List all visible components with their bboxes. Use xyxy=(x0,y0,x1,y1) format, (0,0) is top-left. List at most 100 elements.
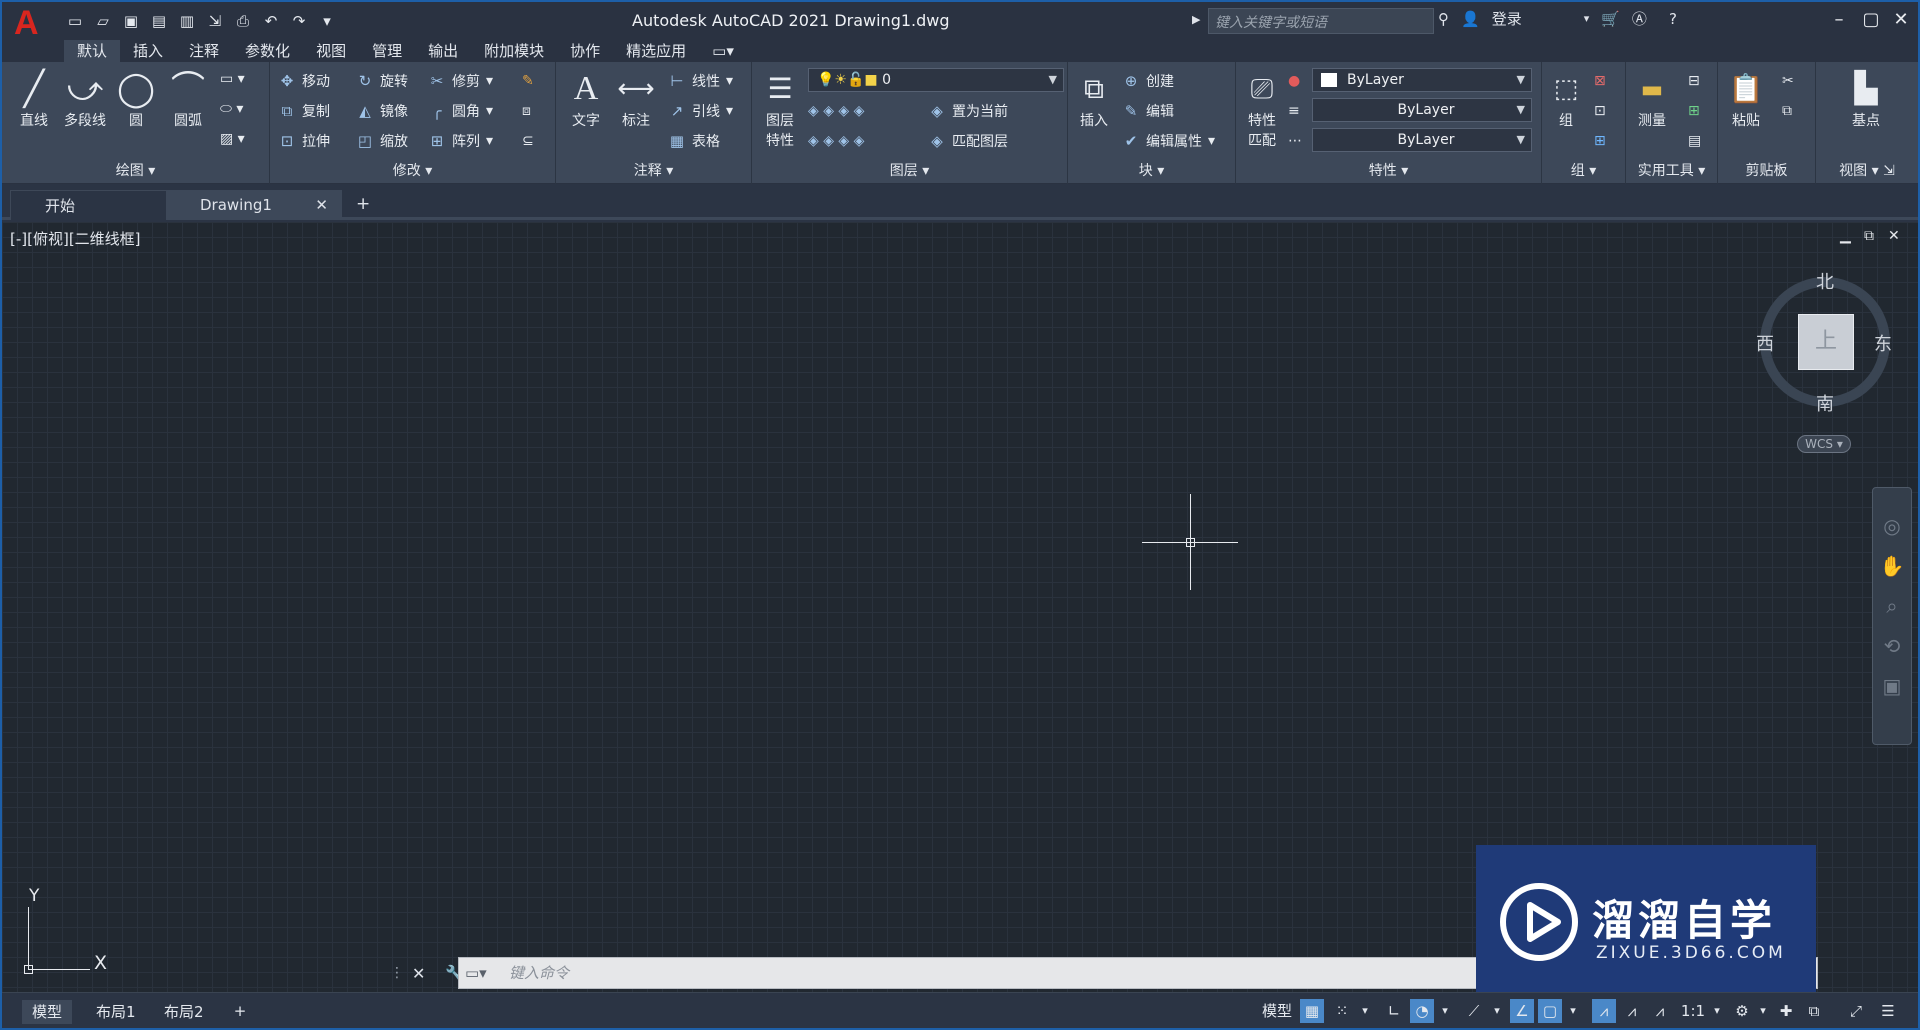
select-all-icon[interactable]: ⊞ xyxy=(1688,100,1700,122)
lineweight-dropdown[interactable]: ByLayer ▼ xyxy=(1312,98,1532,122)
annotation-scale-icon[interactable]: ⩘ xyxy=(1648,999,1672,1023)
array-button[interactable]: ⊞ 阵列 ▾ xyxy=(428,130,493,152)
compass-west[interactable]: 西 xyxy=(1756,330,1774,356)
hatch-icon[interactable]: ▨ ▾ xyxy=(220,128,245,150)
mirror-button[interactable]: ◭ 镜像 xyxy=(356,100,408,122)
panel-annotation-label[interactable]: 注释 ▾ xyxy=(556,160,751,180)
group-edit-icon[interactable]: ⊡ xyxy=(1594,100,1606,122)
match-layer-button[interactable]: ◈ 匹配图层 xyxy=(928,130,1008,152)
compass-south[interactable]: 南 xyxy=(1816,390,1834,416)
insert-block-button[interactable]: ⧉ 插入 xyxy=(1072,68,1116,130)
steering-wheel-icon[interactable]: ◎ xyxy=(1873,506,1911,546)
layout-tab-2[interactable]: 布局2 xyxy=(154,1000,214,1024)
measure-button[interactable]: ▬ 测量 xyxy=(1630,68,1674,130)
viewcube-top-face[interactable]: 上 xyxy=(1798,314,1854,370)
viewport-restore-icon[interactable]: ⧉ xyxy=(1864,228,1874,244)
object-snap-tracking-icon[interactable]: ∠ xyxy=(1510,999,1534,1023)
annotation-monitor-icon[interactable]: ✚ xyxy=(1774,999,1798,1023)
wcs-menu[interactable]: WCS ▾ xyxy=(1797,435,1851,453)
minimize-icon[interactable]: – xyxy=(1824,6,1854,34)
polyline-button[interactable]: ⤻ 多段线 xyxy=(60,68,110,130)
snap-dropdown-icon[interactable]: ▾ xyxy=(1358,999,1372,1023)
fillet-button[interactable]: ╭ 圆角 ▾ xyxy=(428,100,493,122)
polar-icon[interactable]: ◔ xyxy=(1410,999,1434,1023)
tab-insert[interactable]: 插入 xyxy=(120,40,176,62)
panel-draw-label[interactable]: 绘图 ▾ xyxy=(2,160,269,180)
base-view-button[interactable]: ▙ 基点 xyxy=(1836,68,1896,130)
scale-button[interactable]: ◰ 缩放 xyxy=(356,130,408,152)
table-button[interactable]: ▦ 表格 xyxy=(668,130,720,152)
isolate-objects-icon[interactable]: ⧉ xyxy=(1802,999,1826,1023)
panel-modify-label[interactable]: 修改 ▾ xyxy=(270,160,555,180)
undo-icon[interactable]: ↶ xyxy=(260,10,282,32)
new-tab-icon[interactable]: + xyxy=(356,194,370,214)
user-icon[interactable]: 👤 xyxy=(1461,10,1480,28)
command-grip-icon[interactable]: ⋮ xyxy=(390,965,404,981)
autodesk-app-icon[interactable]: Ⓐ xyxy=(1632,8,1647,29)
panel-layers-label[interactable]: 图层 ▾ xyxy=(752,160,1067,180)
maximize-icon[interactable]: ▢ xyxy=(1856,6,1886,34)
paste-button[interactable]: 📋 粘贴 xyxy=(1724,68,1768,130)
viewport-close-icon[interactable]: ✕ xyxy=(1888,228,1900,244)
showmotion-icon[interactable]: ▣ xyxy=(1873,666,1911,706)
save-as-icon[interactable]: ▤ xyxy=(148,10,170,32)
scale-dropdown-icon[interactable]: ▾ xyxy=(1710,999,1724,1023)
linetype-dropdown[interactable]: ByLayer ▼ xyxy=(1312,128,1532,152)
tab-parametric[interactable]: 参数化 xyxy=(232,40,303,62)
ellipse-icon[interactable]: ⬭ ▾ xyxy=(220,98,243,120)
command-close-icon[interactable]: ✕ xyxy=(412,964,425,983)
customize-qat-icon[interactable]: ▾ xyxy=(316,10,338,32)
object-snap-icon[interactable]: ▢ xyxy=(1538,999,1562,1023)
close-tab-icon[interactable]: ✕ xyxy=(315,190,328,220)
pan-icon[interactable]: ✋ xyxy=(1873,546,1911,586)
leader-button[interactable]: ↗ 引线 ▾ xyxy=(668,100,733,122)
explode-icon[interactable]: ⧈ xyxy=(522,100,531,122)
line-button[interactable]: ╱ 直线 xyxy=(12,68,56,130)
tab-view[interactable]: 视图 xyxy=(303,40,359,62)
model-space-toggle[interactable]: 模型 xyxy=(1260,999,1294,1023)
rotate-button[interactable]: ↻ 旋转 xyxy=(356,70,408,92)
compass-north[interactable]: 北 xyxy=(1816,268,1834,294)
ribbon-display-toggle-icon[interactable]: ▭▾ xyxy=(699,40,747,62)
group-select-icon[interactable]: ⊞ xyxy=(1594,130,1606,152)
edit-block-button[interactable]: ✎ 编辑 xyxy=(1122,100,1174,122)
tab-collaborate[interactable]: 协作 xyxy=(557,40,613,62)
compass-east[interactable]: 东 xyxy=(1874,330,1892,356)
set-current-button[interactable]: ◈ 置为当前 xyxy=(928,100,1008,122)
zoom-extents-icon[interactable]: ⌕ xyxy=(1873,586,1911,626)
redo-icon[interactable]: ↷ xyxy=(288,10,310,32)
tab-featured-apps[interactable]: 精选应用 xyxy=(613,40,699,62)
move-button[interactable]: ✥ 移动 xyxy=(278,70,330,92)
circle-button[interactable]: ◯ 圆 xyxy=(114,68,158,130)
auto-scale-icon[interactable]: ⩘ xyxy=(1620,999,1644,1023)
layer-tools-row2-icon[interactable]: ◈ ◈ ◈ ◈ xyxy=(808,130,864,152)
linear-button[interactable]: ⊢ 线性 ▾ xyxy=(668,70,733,92)
viewport-controls-label[interactable]: [-][俯视][二维线框] xyxy=(10,228,141,249)
tab-output[interactable]: 输出 xyxy=(415,40,471,62)
isodraft-dropdown-icon[interactable]: ▾ xyxy=(1490,999,1504,1023)
erase-icon[interactable]: ✎ xyxy=(522,70,534,92)
polar-dropdown-icon[interactable]: ▾ xyxy=(1438,999,1452,1023)
annotation-visibility-icon[interactable]: ⩘ xyxy=(1592,999,1616,1023)
layout-tab-1[interactable]: 布局1 xyxy=(86,1000,146,1024)
edit-attribute-button[interactable]: ✔ 编辑属性 ▾ xyxy=(1122,130,1215,152)
viewport-minimize-icon[interactable]: ▁ xyxy=(1840,228,1851,244)
create-block-button[interactable]: ⊕ 创建 xyxy=(1122,70,1174,92)
panel-properties-label[interactable]: 特性 ▾ xyxy=(1236,160,1541,180)
layout-tab-model[interactable]: 模型 xyxy=(22,1000,73,1024)
tab-manage[interactable]: 管理 xyxy=(359,40,415,62)
snap-icon[interactable]: ⁙ xyxy=(1330,999,1354,1023)
close-icon[interactable]: ✕ xyxy=(1886,6,1916,34)
open-folder-icon[interactable]: ▱ xyxy=(92,10,114,32)
stretch-button[interactable]: ⊡ 拉伸 xyxy=(278,130,330,152)
search-input[interactable]: 键入关键字或短语 xyxy=(1208,8,1434,34)
workspace-gear-icon[interactable]: ⚙ xyxy=(1730,999,1754,1023)
cut-icon[interactable]: ✂ xyxy=(1782,70,1794,92)
app-logo-button[interactable]: A xyxy=(14,6,39,40)
color-dropdown[interactable]: ByLayer ▼ xyxy=(1312,68,1532,92)
ortho-icon[interactable]: ∟ xyxy=(1382,999,1406,1023)
cart-icon[interactable]: 🛒 xyxy=(1601,10,1620,28)
quick-select-icon[interactable]: ⊟ xyxy=(1688,70,1700,92)
match-properties-button[interactable]: ⎚ 特性 匹配 xyxy=(1240,68,1284,150)
tab-default[interactable]: 默认 xyxy=(64,40,121,62)
